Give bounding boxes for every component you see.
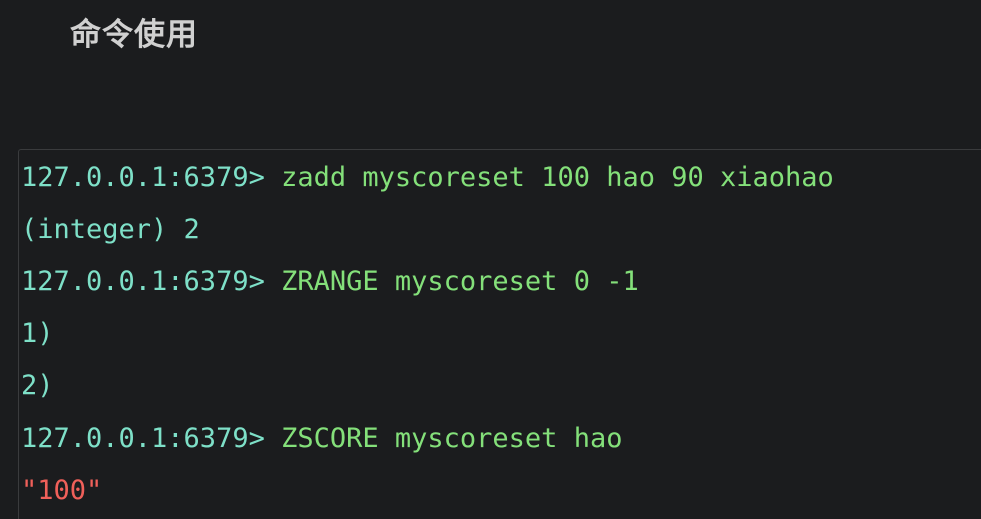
terminal-output: 1) — [21, 318, 54, 349]
terminal-line-5: 2) — [21, 368, 54, 404]
terminal-prompt: 127.0.0.1:6379> — [21, 266, 265, 297]
terminal-line-2: (integer) 2 — [21, 212, 200, 248]
terminal-output: 2) — [21, 370, 54, 401]
terminal-prompt: 127.0.0.1:6379> — [21, 162, 265, 193]
terminal-prompt: 127.0.0.1:6379> — [21, 423, 265, 454]
terminal-command: zadd myscoreset 100 hao 90 xiaohao — [264, 162, 834, 193]
terminal-output: (integer) 2 — [21, 214, 200, 245]
terminal-code-block[interactable]: 127.0.0.1:6379> zadd myscoreset 100 hao … — [18, 149, 981, 519]
terminal-line-3: 127.0.0.1:6379> ZRANGE myscoreset 0 -1 — [21, 264, 639, 300]
terminal-line-1: 127.0.0.1:6379> zadd myscoreset 100 hao … — [21, 160, 834, 196]
page-heading: 命令使用 — [70, 17, 198, 53]
terminal-command: ZSCORE myscoreset hao — [264, 423, 623, 454]
terminal-line-4: 1) — [21, 316, 54, 352]
terminal-line-6: 127.0.0.1:6379> ZSCORE myscoreset hao — [21, 421, 622, 457]
terminal-string-output: "100" — [21, 475, 103, 506]
terminal-line-7: "100" — [21, 473, 102, 509]
terminal-command: ZRANGE myscoreset 0 -1 — [264, 266, 639, 297]
